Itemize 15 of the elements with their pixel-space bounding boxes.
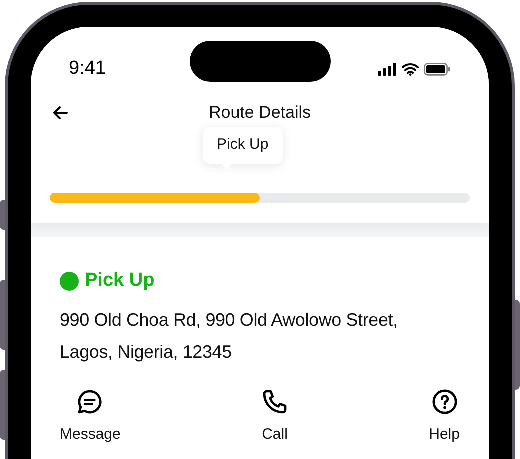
message-icon <box>76 388 104 416</box>
phone-icon <box>261 388 289 416</box>
wifi-icon <box>402 62 419 76</box>
screen-title: Route Details <box>208 102 312 124</box>
back-arrow-icon[interactable] <box>53 106 68 120</box>
stop-address: 990 Old Choa Rd, 990 Old Awolowo Street, Lagos, Nigeria, 12345 <box>60 308 399 364</box>
action-button[interactable]: Call <box>261 388 289 446</box>
signal-icon <box>378 62 397 76</box>
help-icon <box>430 388 459 416</box>
status-time: 9:41 <box>69 56 106 81</box>
action-button[interactable]: Help <box>429 388 460 446</box>
stop-status: Pick Up <box>85 269 155 293</box>
action-button[interactable]: Message <box>60 388 121 446</box>
progress-tooltip: Pick Up <box>203 127 283 164</box>
battery-icon <box>424 62 451 76</box>
